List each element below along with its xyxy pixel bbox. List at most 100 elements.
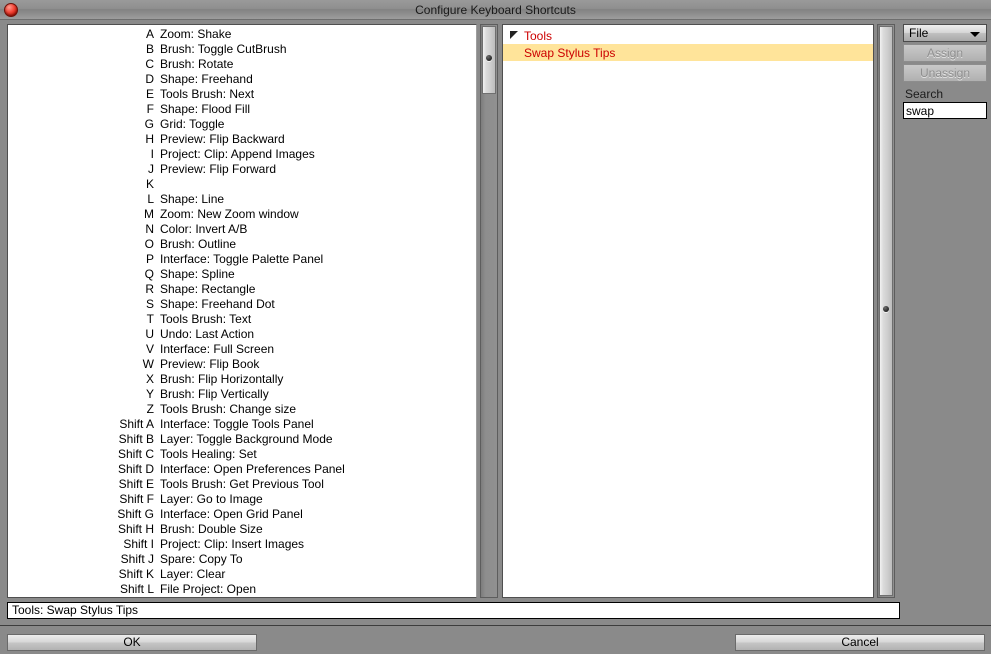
shortcut-row[interactable]: E Tools Brush: Next (8, 86, 476, 101)
shortcut-key: D (145, 71, 154, 86)
shortcut-description: Interface: Open Grid Panel (160, 506, 303, 521)
shortcut-row[interactable]: N Color: Invert A/B (8, 221, 476, 236)
shortcut-row[interactable]: A Zoom: Shake (8, 26, 476, 41)
shortcut-description: Spare: Copy To (160, 551, 243, 566)
scrollbar-thumb[interactable] (482, 26, 496, 94)
shortcut-key: G (144, 116, 154, 131)
search-input[interactable] (903, 102, 987, 119)
shortcut-key: P (145, 251, 154, 266)
shortcut-description: Project: Clip: Insert Images (160, 536, 305, 551)
shortcut-row[interactable]: Shift L File Project: Open (8, 581, 476, 596)
shortcut-key: F (146, 101, 154, 116)
shortcut-row[interactable]: J Preview: Flip Forward (8, 161, 476, 176)
search-label: Search (905, 87, 944, 101)
window-titlebar: Configure Keyboard Shortcuts (0, 0, 991, 20)
cancel-button[interactable]: Cancel (735, 634, 985, 651)
shortcut-row[interactable]: Q Shape: Spline (8, 266, 476, 281)
assign-button[interactable]: Assign (903, 44, 987, 62)
tree-item-label: Swap Stylus Tips (524, 45, 616, 60)
shortcut-row[interactable]: F Shape: Flood Fill (8, 101, 476, 116)
shortcut-row[interactable]: G Grid: Toggle (8, 116, 476, 131)
shortcut-row[interactable]: X Brush: Flip Horizontally (8, 371, 476, 386)
shortcut-description: Undo: Last Action (160, 326, 255, 341)
shortcut-row[interactable]: R Shape: Rectangle (8, 281, 476, 296)
shortcut-key: Shift I (123, 536, 154, 551)
shortcut-row[interactable]: O Brush: Outline (8, 236, 476, 251)
command-tree-scrollbar[interactable] (877, 24, 895, 598)
shortcut-key: Shift K (118, 566, 154, 581)
shortcut-row[interactable]: L Shape: Line (8, 191, 476, 206)
shortcut-key: Shift B (118, 431, 154, 446)
shortcut-row[interactable]: Shift K Layer: Clear (8, 566, 476, 581)
shortcut-list-panel[interactable]: A Zoom: Shake B Brush: Toggle CutBrush C Brus… (7, 24, 477, 598)
shortcut-description: Brush: Toggle CutBrush (160, 41, 287, 56)
shortcut-list-scrollbar[interactable] (480, 24, 498, 598)
shortcut-key: E (145, 86, 154, 101)
triangle-expanded-icon[interactable] (507, 31, 521, 40)
shortcut-key: Shift F (119, 491, 154, 506)
shortcut-key: Shift J (120, 551, 154, 566)
tree-group-label: Tools (524, 28, 553, 43)
shortcut-row[interactable]: I Project: Clip: Append Images (8, 146, 476, 161)
scrollbar-thumb[interactable] (879, 26, 893, 596)
shortcut-row[interactable]: Shift I Project: Clip: Insert Images (8, 536, 476, 551)
shortcut-row[interactable]: Z Tools Brush: Change size (8, 401, 476, 416)
shortcut-description: Shape: Spline (160, 266, 235, 281)
tree-item[interactable]: Swap Stylus Tips (503, 44, 873, 61)
shortcut-description: Interface: Full Screen (160, 341, 275, 356)
shortcut-row[interactable]: Y Brush: Flip Vertically (8, 386, 476, 401)
shortcut-row[interactable]: U Undo: Last Action (8, 326, 476, 341)
tree-group-tools[interactable]: Tools (503, 27, 873, 44)
shortcut-description: Brush: Double Size (160, 521, 263, 536)
command-tree: Tools Swap Stylus Tips (503, 25, 873, 61)
shortcut-row[interactable]: V Interface: Full Screen (8, 341, 476, 356)
shortcut-description: Brush: Flip Vertically (160, 386, 269, 401)
shortcut-description: Preview: Flip Forward (160, 161, 277, 176)
shortcut-key: Shift A (119, 416, 154, 431)
shortcut-description: Layer: Clear (160, 566, 226, 581)
shortcut-key: M (144, 206, 154, 221)
shortcut-row[interactable]: K (8, 176, 476, 191)
shortcut-key: Shift H (117, 521, 154, 536)
category-dropdown[interactable]: File (903, 24, 987, 42)
shortcut-key: B (145, 41, 154, 56)
shortcut-key: V (145, 341, 154, 356)
unassign-button[interactable]: Unassign (903, 64, 987, 82)
shortcut-key: H (145, 131, 154, 146)
shortcut-description: Brush: Outline (160, 236, 237, 251)
shortcut-key: Y (145, 386, 154, 401)
shortcut-description: Tools Brush: Get Previous Tool (160, 476, 324, 491)
shortcut-row[interactable]: P Interface: Toggle Palette Panel (8, 251, 476, 266)
shortcut-key: Shift D (117, 461, 154, 476)
shortcut-row[interactable]: Shift D Interface: Open Preferences Panel (8, 461, 476, 476)
shortcut-row[interactable]: C Brush: Rotate (8, 56, 476, 71)
shortcut-row[interactable]: S Shape: Freehand Dot (8, 296, 476, 311)
assigned-commands-panel[interactable]: Tools Swap Stylus Tips (502, 24, 874, 598)
window-title: Configure Keyboard Shortcuts (415, 3, 576, 17)
shortcut-row[interactable]: D Shape: Freehand (8, 71, 476, 86)
chevron-down-icon (970, 32, 980, 37)
shortcut-row[interactable]: Shift H Brush: Double Size (8, 521, 476, 536)
shortcut-row[interactable]: Shift C Tools Healing: Set (8, 446, 476, 461)
shortcut-row[interactable]: B Brush: Toggle CutBrush (8, 41, 476, 56)
shortcut-row[interactable]: Shift A Interface: Toggle Tools Panel (8, 416, 476, 431)
shortcut-row[interactable]: Shift E Tools Brush: Get Previous Tool (8, 476, 476, 491)
shortcut-key: L (147, 191, 154, 206)
shortcut-key: X (145, 371, 154, 386)
side-controls: File Assign Unassign Search (903, 24, 987, 120)
shortcut-row[interactable]: Shift F Layer: Go to Image (8, 491, 476, 506)
shortcut-row[interactable]: Shift J Spare: Copy To (8, 551, 476, 566)
shortcut-row[interactable]: H Preview: Flip Backward (8, 131, 476, 146)
shortcut-description: Shape: Line (160, 191, 225, 206)
shortcut-row[interactable]: Shift G Interface: Open Grid Panel (8, 506, 476, 521)
category-dropdown-value: File (909, 26, 929, 40)
shortcut-row[interactable]: W Preview: Flip Book (8, 356, 476, 371)
shortcut-description: Tools Healing: Set (160, 446, 257, 461)
shortcut-description: Brush: Flip Horizontally (160, 371, 284, 386)
shortcut-row[interactable]: T Tools Brush: Text (8, 311, 476, 326)
shortcut-description: Shape: Freehand (160, 71, 253, 86)
ok-button[interactable]: OK (7, 634, 257, 651)
dialog-button-bar: OK Cancel (0, 625, 991, 654)
shortcut-row[interactable]: Shift B Layer: Toggle Background Mode (8, 431, 476, 446)
shortcut-row[interactable]: M Zoom: New Zoom window (8, 206, 476, 221)
